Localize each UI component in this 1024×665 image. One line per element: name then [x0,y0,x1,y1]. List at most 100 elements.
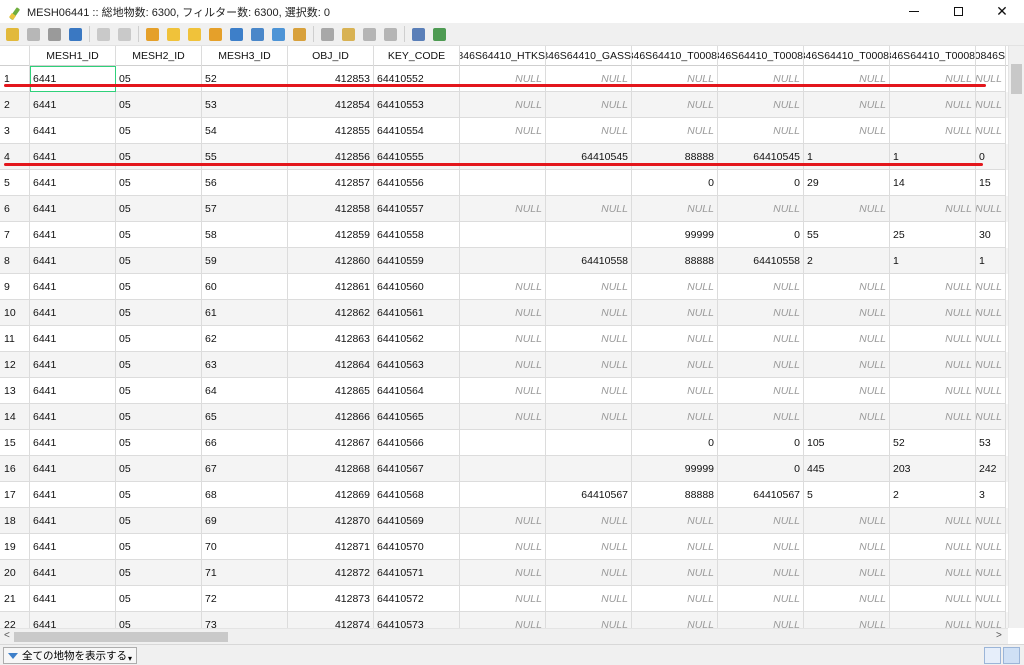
table-cell[interactable] [460,170,546,196]
table-cell[interactable]: NULL [460,66,546,92]
table-cell[interactable]: 64410565 [374,404,460,430]
table-cell[interactable]: 64410556 [374,170,460,196]
table-cell[interactable]: 6441 [30,274,116,300]
table-cell[interactable]: 05 [116,222,202,248]
paste-features-button[interactable] [339,25,357,43]
form-view-button[interactable] [984,647,1001,664]
table-cell[interactable]: 62 [202,326,288,352]
column-header[interactable]: MESH3_ID [202,46,288,66]
table-cell[interactable] [460,430,546,456]
table-cell[interactable]: 412866 [288,404,374,430]
table-cell[interactable]: 5 [804,482,890,508]
table-cell[interactable]: NULL [546,118,632,144]
table-cell[interactable]: 6441 [30,456,116,482]
table-cell[interactable]: 57 [202,196,288,222]
table-cell[interactable]: 64410561 [374,300,460,326]
table-cell[interactable]: 99999 [632,456,718,482]
table-cell[interactable]: 64410572 [374,586,460,612]
table-cell[interactable]: 72 [202,586,288,612]
table-cell[interactable]: 61 [202,300,288,326]
table-row[interactable]: 22 6441 05 73 412874 64410573 NULL NULL NULL NULL… [0,612,1008,628]
table-cell[interactable]: NULL [804,612,890,628]
table-cell[interactable]: 05 [116,482,202,508]
table-cell[interactable]: 73 [202,612,288,628]
table-cell[interactable]: NULL [976,560,1006,586]
table-cell[interactable]: 242 [976,456,1006,482]
table-cell[interactable]: NULL [546,508,632,534]
table-cell[interactable]: 2 [890,482,976,508]
table-cell[interactable]: 05 [116,508,202,534]
table-cell[interactable]: NULL [890,92,976,118]
table-cell[interactable]: NULL [804,404,890,430]
table-cell[interactable]: NULL [976,404,1006,430]
table-cell[interactable]: 64410558 [718,248,804,274]
filter-select-button[interactable] [227,25,245,43]
table-cell[interactable]: 64410552 [374,66,460,92]
table-cell[interactable]: NULL [890,118,976,144]
table-cell[interactable]: 05 [116,300,202,326]
table-cell[interactable]: 0 [632,170,718,196]
row-number[interactable]: 1 [0,66,30,92]
table-cell[interactable]: 412854 [288,92,374,118]
table-cell[interactable]: NULL [632,274,718,300]
table-cell[interactable]: NULL [632,378,718,404]
table-cell[interactable]: NULL [890,586,976,612]
table-cell[interactable]: NULL [976,326,1006,352]
row-number[interactable]: 7 [0,222,30,248]
table-cell[interactable]: NULL [804,326,890,352]
table-row[interactable]: 9 6441 05 60 412861 64410560 NULL NULL NULL NULL N… [0,274,1008,300]
table-cell[interactable] [460,456,546,482]
table-cell[interactable]: 6441 [30,144,116,170]
table-cell[interactable]: NULL [804,560,890,586]
table-cell[interactable]: NULL [460,508,546,534]
table-cell[interactable]: 1 [890,248,976,274]
table-cell[interactable]: 6441 [30,196,116,222]
table-cell[interactable]: 0 [718,456,804,482]
table-cell[interactable]: 64410555 [374,144,460,170]
row-number[interactable]: 15 [0,430,30,456]
table-cell[interactable]: NULL [632,352,718,378]
table-cell[interactable]: 105 [804,430,890,456]
table-cell[interactable]: 05 [116,378,202,404]
table-cell[interactable]: 6441 [30,170,116,196]
table-cell[interactable]: NULL [632,534,718,560]
table-cell[interactable]: NULL [976,66,1006,92]
table-cell[interactable]: NULL [632,612,718,628]
column-header[interactable]: 0846S64410_T0008 [804,46,890,66]
move-selection-top-button[interactable] [248,25,266,43]
table-cell[interactable] [546,170,632,196]
table-cell[interactable]: NULL [718,66,804,92]
column-header[interactable]: MESH2_ID [116,46,202,66]
table-cell[interactable]: 0 [718,222,804,248]
table-cell[interactable]: NULL [976,534,1006,560]
table-row[interactable]: 8 6441 05 59 412860 64410559 64410558 88888 6441… [0,248,1008,274]
row-number[interactable]: 19 [0,534,30,560]
table-cell[interactable]: 412855 [288,118,374,144]
table-cell[interactable]: 05 [116,456,202,482]
delete-field-button[interactable] [360,25,378,43]
table-cell[interactable]: 6441 [30,222,116,248]
table-cell[interactable]: NULL [976,612,1006,628]
table-cell[interactable]: 6441 [30,66,116,92]
maximize-button[interactable] [936,0,980,23]
table-cell[interactable]: 52 [202,66,288,92]
table-cell[interactable]: 64410560 [374,274,460,300]
table-row[interactable]: 20 6441 05 71 412872 64410571 NULL NULL NULL NULL… [0,560,1008,586]
table-cell[interactable]: NULL [632,560,718,586]
table-cell[interactable]: NULL [632,300,718,326]
table-row[interactable]: 5 6441 05 56 412857 64410556 0 0 29 14 15 [0,170,1008,196]
toggle-multi-edit-button[interactable] [24,25,42,43]
table-cell[interactable]: 05 [116,352,202,378]
table-cell[interactable]: 1 [804,144,890,170]
conditional-formatting-button[interactable] [430,25,448,43]
table-cell[interactable]: NULL [804,196,890,222]
table-cell[interactable]: 05 [116,274,202,300]
table-cell[interactable]: 64410558 [546,248,632,274]
table-cell[interactable]: 3 [976,482,1006,508]
table-cell[interactable]: 05 [116,326,202,352]
table-cell[interactable] [460,144,546,170]
new-field-button[interactable] [381,25,399,43]
table-cell[interactable]: 6441 [30,482,116,508]
column-header[interactable]: 0846S64410_T0008 [890,46,976,66]
table-cell[interactable]: NULL [976,352,1006,378]
